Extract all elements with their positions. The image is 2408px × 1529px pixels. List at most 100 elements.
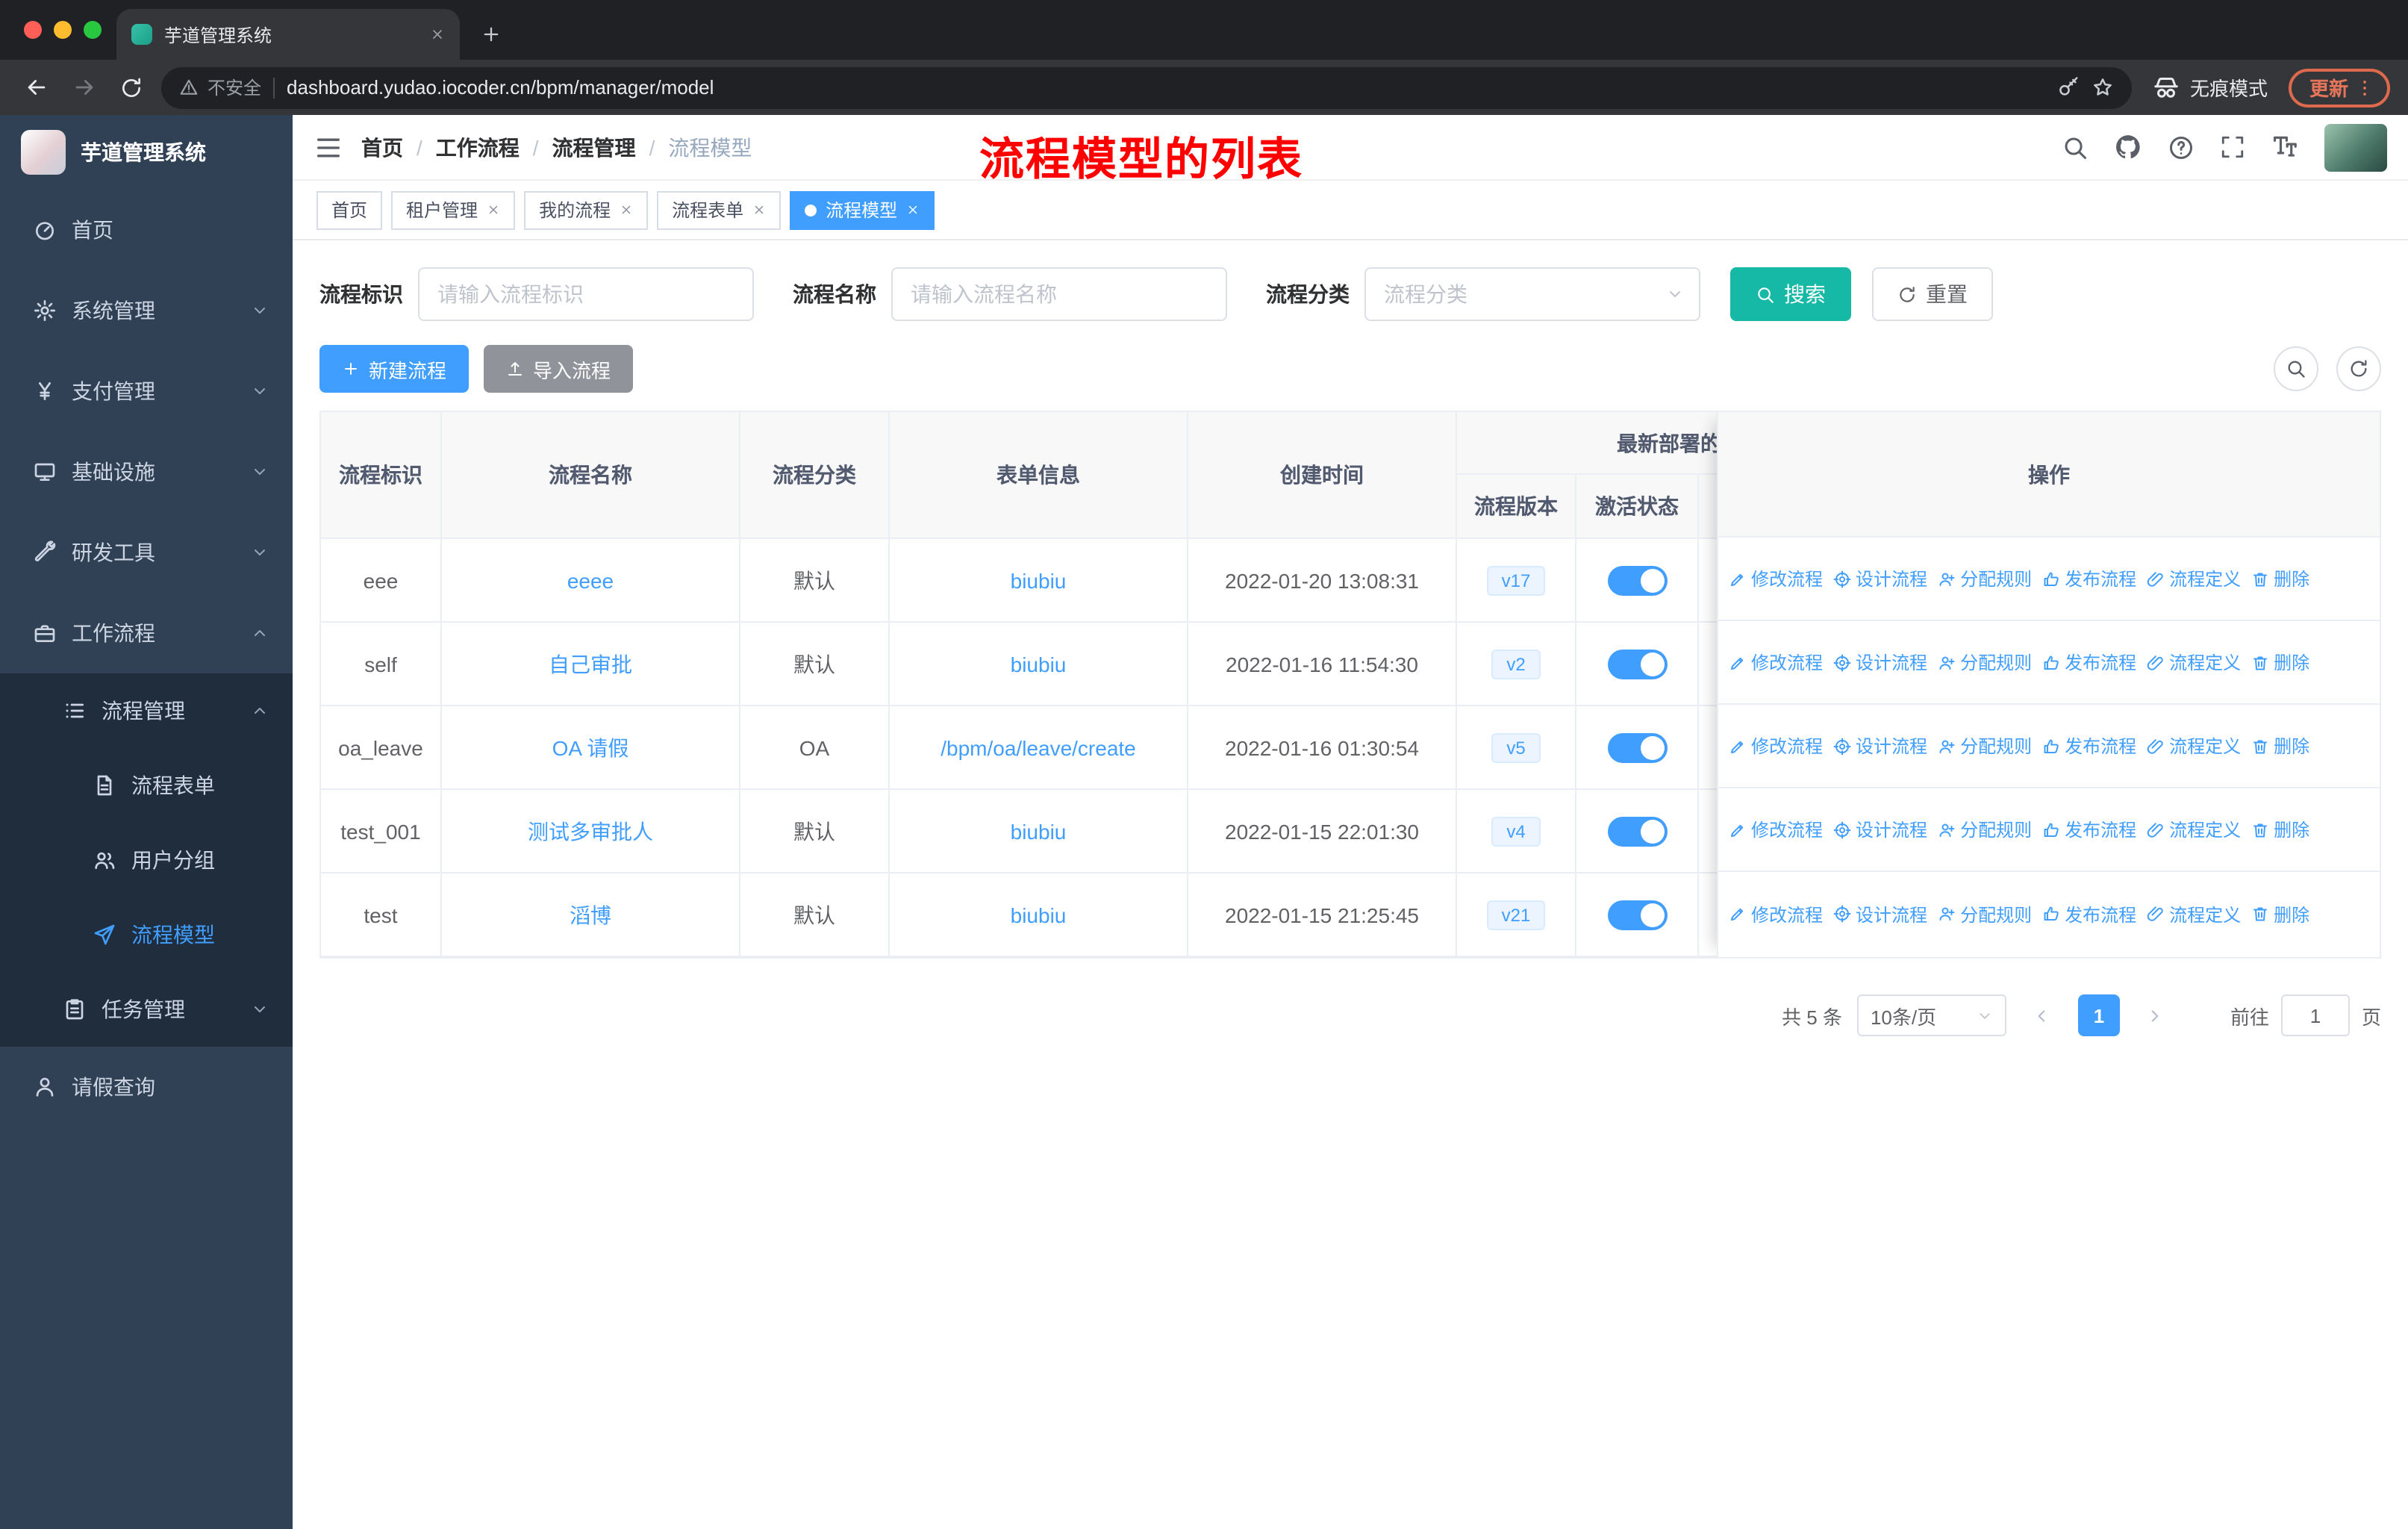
current-page-button[interactable]: 1: [2077, 994, 2120, 1036]
assign-rule-link[interactable]: 分配规则: [1938, 733, 2032, 759]
sidebar-item-infra[interactable]: 基础设施: [0, 432, 293, 512]
design-process-link[interactable]: 设计流程: [1833, 650, 1927, 675]
fullscreen-icon[interactable]: [2220, 134, 2245, 160]
security-indicator[interactable]: 不安全: [179, 75, 261, 100]
tag-home[interactable]: 首页: [316, 190, 383, 229]
modify-process-link[interactable]: 修改流程: [1729, 817, 1823, 842]
minimize-window-button[interactable]: [54, 21, 72, 39]
delete-link[interactable]: 删除: [2251, 650, 2309, 675]
sidebar-item-user-group[interactable]: 用户分组: [0, 823, 293, 897]
sidebar-item-system[interactable]: 系统管理: [0, 270, 293, 351]
modify-process-link[interactable]: 修改流程: [1729, 566, 1823, 591]
address-bar[interactable]: 不安全 dashboard.yudao.iocoder.cn/bpm/manag…: [161, 66, 2132, 108]
active-toggle[interactable]: [1607, 649, 1667, 679]
assign-rule-link[interactable]: 分配规则: [1938, 817, 2032, 842]
close-icon[interactable]: [620, 203, 633, 217]
delete-link[interactable]: 删除: [2251, 566, 2309, 591]
assign-rule-link[interactable]: 分配规则: [1938, 650, 2032, 675]
browser-tab[interactable]: 芋道管理系统: [116, 9, 460, 60]
process-definition-link[interactable]: 流程定义: [2147, 817, 2241, 842]
process-definition-link[interactable]: 流程定义: [2147, 733, 2241, 759]
delete-link[interactable]: 删除: [2251, 733, 2309, 759]
password-key-icon[interactable]: [2057, 76, 2080, 99]
sidebar-item-payment[interactable]: 支付管理: [0, 351, 293, 432]
sidebar-item-workflow[interactable]: 工作流程: [0, 593, 293, 673]
process-name-link[interactable]: 测试多审批人: [528, 816, 653, 846]
url-text[interactable]: dashboard.yudao.iocoder.cn/bpm/manager/m…: [287, 76, 2045, 99]
modify-process-link[interactable]: 修改流程: [1729, 650, 1823, 675]
sidebar-item-devtools[interactable]: 研发工具: [0, 512, 293, 593]
next-page-button[interactable]: [2135, 994, 2177, 1036]
assign-rule-link[interactable]: 分配规则: [1938, 901, 2032, 927]
font-size-icon[interactable]: [2271, 133, 2299, 161]
toggle-search-button[interactable]: [2274, 346, 2318, 391]
search-button[interactable]: 搜索: [1730, 267, 1851, 321]
process-definition-link[interactable]: 流程定义: [2147, 566, 2241, 591]
close-icon[interactable]: [487, 203, 500, 217]
back-button[interactable]: [18, 69, 54, 105]
active-toggle[interactable]: [1607, 816, 1667, 846]
sidebar-item-process-mgmt[interactable]: 流程管理: [0, 673, 293, 748]
close-icon[interactable]: [752, 203, 766, 217]
design-process-link[interactable]: 设计流程: [1833, 566, 1927, 591]
avatar[interactable]: [2324, 123, 2387, 171]
delete-link[interactable]: 删除: [2251, 901, 2309, 927]
process-definition-link[interactable]: 流程定义: [2147, 650, 2241, 675]
delete-link[interactable]: 删除: [2251, 817, 2309, 842]
publish-process-link[interactable]: 发布流程: [2042, 817, 2136, 842]
category-select[interactable]: 流程分类: [1364, 267, 1700, 321]
hamburger-icon[interactable]: [314, 132, 343, 162]
forward-button[interactable]: [66, 69, 102, 105]
page-size-select[interactable]: 10条/页: [1856, 994, 2006, 1036]
form-info-link[interactable]: biubiu: [1011, 568, 1067, 592]
process-id-input[interactable]: [418, 267, 754, 321]
modify-process-link[interactable]: 修改流程: [1729, 733, 1823, 759]
tag-process-model[interactable]: 流程模型: [790, 190, 935, 229]
design-process-link[interactable]: 设计流程: [1833, 733, 1927, 759]
create-process-button[interactable]: 新建流程: [319, 345, 470, 393]
refresh-table-button[interactable]: [2336, 346, 2381, 391]
close-icon[interactable]: [906, 203, 920, 217]
breadcrumb-home[interactable]: 首页: [361, 132, 403, 162]
search-icon[interactable]: [2062, 134, 2089, 161]
process-name-input[interactable]: [891, 267, 1227, 321]
publish-process-link[interactable]: 发布流程: [2042, 650, 2136, 675]
tag-my-process[interactable]: 我的流程: [524, 190, 649, 229]
breadcrumb-process-mgmt[interactable]: 流程管理: [552, 132, 636, 162]
assign-rule-link[interactable]: 分配规则: [1938, 566, 2032, 591]
update-chip[interactable]: 更新: [2288, 68, 2390, 107]
process-name-link[interactable]: 自己审批: [549, 649, 632, 679]
design-process-link[interactable]: 设计流程: [1833, 901, 1927, 927]
process-name-link[interactable]: eeee: [567, 568, 614, 592]
goto-page-input[interactable]: [2280, 994, 2350, 1036]
browser-menu-icon[interactable]: [2354, 77, 2375, 98]
question-icon[interactable]: [2168, 134, 2195, 161]
sidebar-item-process-form[interactable]: 流程表单: [0, 748, 293, 823]
reload-button[interactable]: [113, 69, 149, 105]
form-info-link[interactable]: biubiu: [1011, 819, 1067, 843]
tab-close-icon[interactable]: [430, 27, 445, 42]
import-process-button[interactable]: 导入流程: [484, 345, 634, 393]
publish-process-link[interactable]: 发布流程: [2042, 566, 2136, 591]
process-name-link[interactable]: 滔博: [570, 900, 611, 929]
active-toggle[interactable]: [1607, 565, 1667, 595]
form-info-link[interactable]: /bpm/oa/leave/create: [941, 735, 1136, 759]
form-info-link[interactable]: biubiu: [1011, 652, 1067, 676]
breadcrumb-workflow[interactable]: 工作流程: [436, 132, 520, 162]
tag-tenant[interactable]: 租户管理: [391, 190, 516, 229]
publish-process-link[interactable]: 发布流程: [2042, 901, 2136, 927]
bookmark-star-icon[interactable]: [2092, 76, 2114, 99]
sidebar-item-task-mgmt[interactable]: 任务管理: [0, 972, 293, 1047]
prev-page-button[interactable]: [2021, 994, 2063, 1036]
active-toggle[interactable]: [1607, 900, 1667, 929]
publish-process-link[interactable]: 发布流程: [2042, 733, 2136, 759]
process-name-link[interactable]: OA 请假: [552, 732, 629, 762]
sidebar-item-process-model[interactable]: 流程模型: [0, 897, 293, 972]
design-process-link[interactable]: 设计流程: [1833, 817, 1927, 842]
sidebar-item-home[interactable]: 首页: [0, 190, 293, 270]
zoom-window-button[interactable]: [84, 21, 102, 39]
form-info-link[interactable]: biubiu: [1011, 903, 1067, 927]
tag-process-form[interactable]: 流程表单: [657, 190, 782, 229]
sidebar-item-leave-query[interactable]: 请假查询: [0, 1047, 293, 1127]
modify-process-link[interactable]: 修改流程: [1729, 901, 1823, 927]
